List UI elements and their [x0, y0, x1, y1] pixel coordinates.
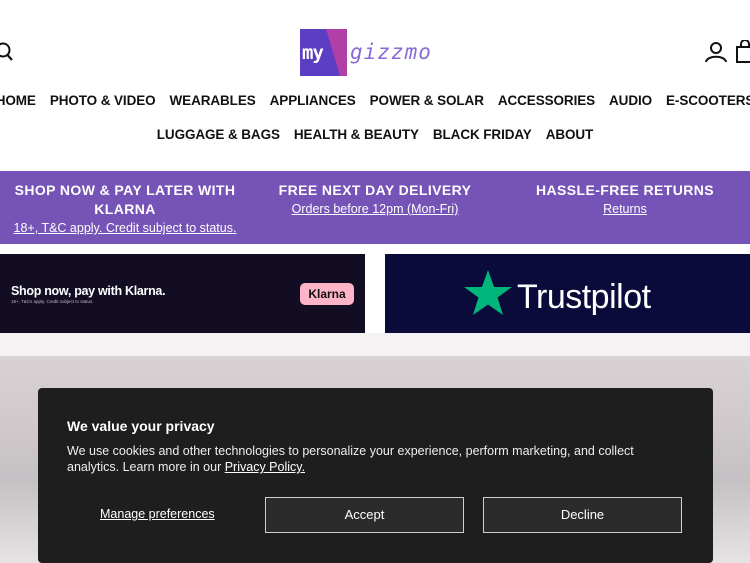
klarna-banner-heading: Shop now, pay with Klarna. — [11, 284, 166, 298]
nav-black-friday[interactable]: BLACK FRIDAY — [426, 127, 539, 142]
klarna-banner-small: 18+, T&Cs apply. Credit subject to statu… — [11, 299, 94, 304]
hero-top-band — [0, 333, 750, 356]
site-logo[interactable]: my gizzmo — [300, 28, 432, 76]
logo-mark-text: my — [302, 41, 324, 64]
nav-e-scooters[interactable]: E-SCOOTERS — [659, 93, 750, 108]
trustpilot-wordmark: Trustpilot — [517, 278, 651, 316]
cookie-consent-dialog: We value your privacy We use cookies and… — [38, 388, 713, 563]
decline-button[interactable]: Decline — [483, 497, 682, 533]
cookie-title: We value your privacy — [67, 418, 215, 434]
info-delivery: FREE NEXT DAY DELIVERY Orders before 12p… — [250, 181, 500, 218]
privacy-policy-link[interactable]: Privacy Policy. — [225, 460, 305, 474]
info-band: SHOP NOW & PAY LATER WITH KLARNA 18+, T&… — [0, 171, 750, 244]
info-delivery-title: FREE NEXT DAY DELIVERY — [278, 182, 472, 198]
manage-preferences-link[interactable]: Manage preferences — [100, 507, 215, 521]
info-klarna-link[interactable]: 18+, T&C apply. Credit subject to status… — [0, 219, 250, 237]
main-nav-row-1: HOME PHOTO & VIDEO WEARABLES APPLIANCES … — [0, 93, 750, 108]
nav-luggage-bags[interactable]: LUGGAGE & BAGS — [150, 127, 287, 142]
main-nav-row-2: LUGGAGE & BAGS HEALTH & BEAUTY BLACK FRI… — [0, 127, 750, 142]
accept-button[interactable]: Accept — [265, 497, 464, 533]
nav-appliances[interactable]: APPLIANCES — [263, 93, 363, 108]
nav-wearables[interactable]: WEARABLES — [163, 93, 263, 108]
klarna-logo-badge: Klarna — [300, 283, 354, 305]
nav-accessories[interactable]: ACCESSORIES — [491, 93, 602, 108]
info-returns: HASSLE-FREE RETURNS Returns — [500, 181, 750, 218]
info-delivery-link[interactable]: Orders before 12pm (Mon-Fri) — [250, 200, 500, 218]
site-header: my gizzmo HOME PHOTO & VIDEO WEARABLES A… — [0, 0, 750, 170]
nav-home[interactable]: HOME — [0, 93, 43, 108]
nav-photo-video[interactable]: PHOTO & VIDEO — [43, 93, 163, 108]
cookie-body-text: We use cookies and other technologies to… — [67, 444, 634, 474]
trustpilot-banner[interactable]: Trustpilot — [385, 254, 750, 333]
nav-power-solar[interactable]: POWER & SOLAR — [363, 93, 491, 108]
search-icon[interactable] — [0, 40, 16, 64]
nav-health-beauty[interactable]: HEALTH & BEAUTY — [287, 127, 426, 142]
info-klarna-title: SHOP NOW & PAY LATER WITH KLARNA — [14, 182, 236, 217]
cart-icon[interactable] — [735, 39, 750, 64]
logo-mark: my — [300, 28, 347, 76]
nav-about[interactable]: ABOUT — [539, 127, 601, 142]
info-returns-link[interactable]: Returns — [500, 200, 750, 218]
info-returns-title: HASSLE-FREE RETURNS — [536, 182, 714, 198]
account-icon[interactable] — [704, 40, 728, 64]
trustpilot-star-icon — [463, 268, 513, 318]
logo-text: gizzmo — [350, 40, 432, 64]
nav-audio[interactable]: AUDIO — [602, 93, 659, 108]
cookie-body: We use cookies and other technologies to… — [67, 443, 677, 475]
info-klarna: SHOP NOW & PAY LATER WITH KLARNA 18+, T&… — [0, 181, 250, 237]
